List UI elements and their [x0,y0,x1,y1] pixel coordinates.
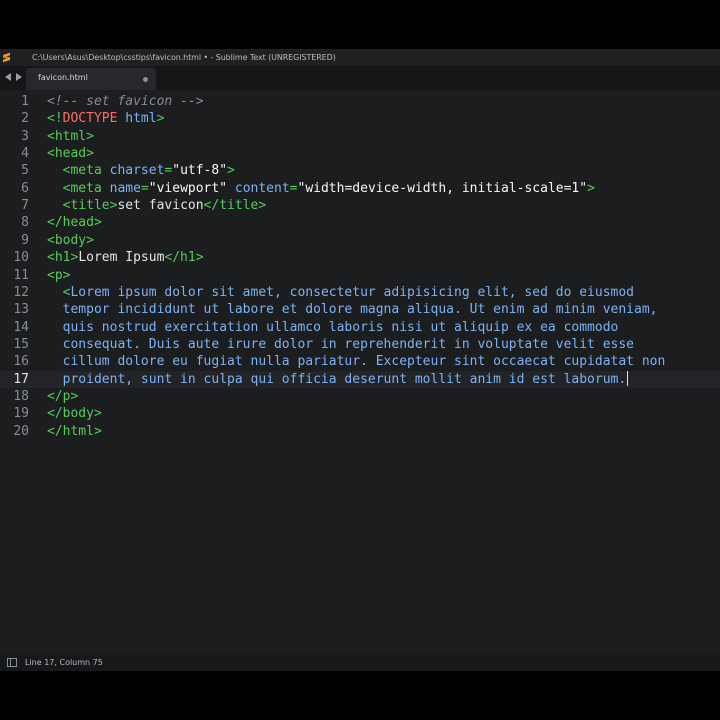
window-title: C:\Users\Asus\Desktop\csstips\favicon.ht… [32,53,336,62]
line-code: <Lorem ipsum dolor sit amet, consectetur… [62,284,635,300]
tab-navigation [4,71,22,83]
line-number: 8 [21,215,29,231]
sublime-text-window: C:\Users\Asus\Desktop\csstips\favicon.ht… [0,49,720,671]
line-number: 5 [21,163,29,179]
code-line[interactable]: 13 tempor incididunt ut labore et dolore… [0,301,720,318]
code-line[interactable]: 7 <title>set favicon</title> [0,197,720,214]
line-code: <!-- set favicon --> [47,94,204,109]
line-number: 14 [13,319,29,335]
code-line[interactable]: 16 cillum dolore eu fugiat nulla pariatu… [0,353,720,370]
line-code: </head> [47,215,102,231]
code-line[interactable]: 3 <html> [0,128,720,145]
code-editor[interactable]: 1 <!-- set favicon --> 2 <!DOCTYPE html> 3 <h… [0,90,720,653]
line-code: cillum dolore eu fugiat nulla pariatur. … [62,354,666,370]
line-number: 1 [21,94,29,109]
line-code: quis nostrud exercitation ullamco labori… [62,319,619,335]
line-number: 17 [13,371,29,387]
line-number: 7 [21,198,29,214]
line-number: 20 [13,423,29,439]
line-number: 10 [13,250,29,266]
line-number: 4 [21,146,29,162]
title-bar: C:\Users\Asus\Desktop\csstips\favicon.ht… [0,49,720,66]
line-number: 3 [21,128,29,144]
code-line[interactable]: 2 <!DOCTYPE html> [0,110,720,127]
arrow-left-icon[interactable] [4,71,12,83]
tab-favicon-html[interactable]: favicon.html [26,68,156,90]
code-line[interactable]: 11 <p> [0,267,720,284]
sublime-text-icon [2,52,11,63]
code-line[interactable]: 6 <meta name="viewport" content="width=d… [0,180,720,197]
line-code: proident, sunt in culpa qui officia dese… [62,370,629,387]
code-line[interactable]: 19 </body> [0,405,720,422]
line-number: 16 [13,354,29,370]
line-number: 13 [13,302,29,318]
status-bar: Line 17, Column 75 [0,653,720,671]
code-line[interactable]: 14 quis nostrud exercitation ullamco lab… [0,319,720,336]
line-code: <title>set favicon</title> [62,198,267,214]
code-line[interactable]: 10 <h1>Lorem Ipsum</h1> [0,249,720,266]
line-code: </body> [47,406,102,422]
code-line[interactable]: 12 <Lorem ipsum dolor sit amet, consecte… [0,284,720,301]
line-code: </p> [47,388,79,404]
line-code: <html> [47,128,94,144]
code-line[interactable]: 8 </head> [0,214,720,231]
text-cursor [627,370,629,386]
line-code: <body> [47,232,94,248]
arrow-right-icon[interactable] [14,71,22,83]
code-line[interactable]: 15 consequat. Duis aute irure dolor in r… [0,336,720,353]
line-number: 11 [13,267,29,283]
tab-label: favicon.html [38,73,88,82]
code-line[interactable]: 9 <body> [0,232,720,249]
line-code: tempor incididunt ut labore et dolore ma… [62,302,658,318]
screen-frame: C:\Users\Asus\Desktop\csstips\favicon.ht… [0,0,720,720]
line-code: consequat. Duis aute irure dolor in repr… [62,336,635,352]
cursor-position: Line 17, Column 75 [25,657,103,667]
line-number: 9 [21,232,29,248]
line-code: <meta name="viewport" content="width=dev… [62,180,595,196]
code-line[interactable]: 1 <!-- set favicon --> [0,93,720,110]
line-code: <meta charset="utf-8"> [62,163,235,179]
code-line[interactable]: 17 proident, sunt in culpa qui officia d… [0,370,720,388]
unsaved-dot-icon[interactable] [143,77,148,82]
line-code: <h1>Lorem Ipsum</h1> [47,250,204,266]
line-number: 18 [13,388,29,404]
sidebar-toggle-icon[interactable] [7,657,17,667]
tab-bar: favicon.html [0,66,720,90]
line-number: 2 [21,111,29,127]
code-line[interactable]: 4 <head> [0,145,720,162]
line-code: <!DOCTYPE html> [47,111,165,127]
line-number: 19 [13,406,29,422]
line-code: </html> [47,423,102,439]
code-line[interactable]: 5 <meta charset="utf-8"> [0,162,720,179]
line-code: <p> [47,267,71,283]
line-code: <head> [47,146,94,162]
code-line[interactable]: 18 </p> [0,388,720,405]
code-line[interactable]: 20 </html> [0,423,720,440]
line-number: 12 [13,284,29,300]
line-number: 6 [21,180,29,196]
line-number: 15 [13,336,29,352]
